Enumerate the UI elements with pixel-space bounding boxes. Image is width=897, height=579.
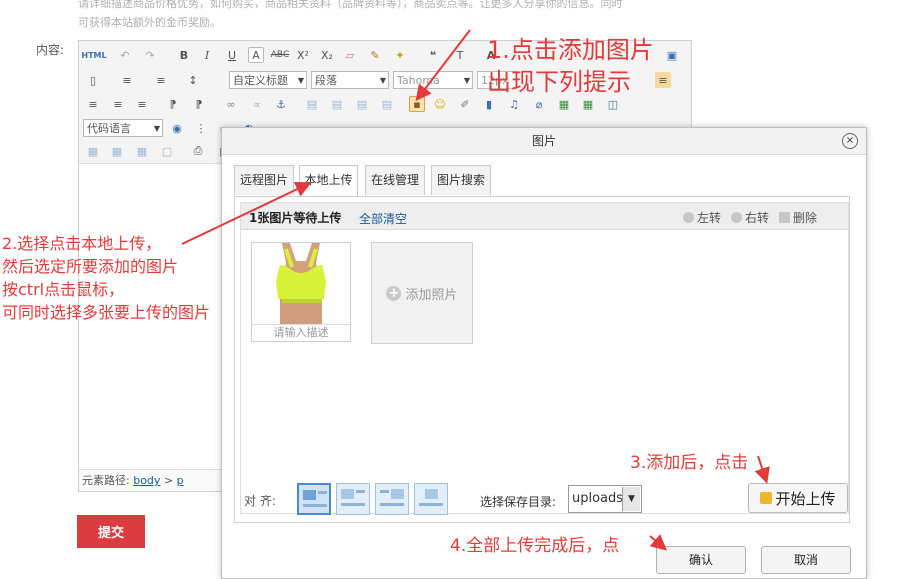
arrow-to-confirm — [649, 534, 668, 551]
arrow-to-local-upload-tab — [181, 181, 312, 245]
arrow-to-start-upload — [754, 455, 770, 484]
arrow-to-image-button — [415, 29, 471, 102]
annotation-arrows — [181, 29, 770, 551]
